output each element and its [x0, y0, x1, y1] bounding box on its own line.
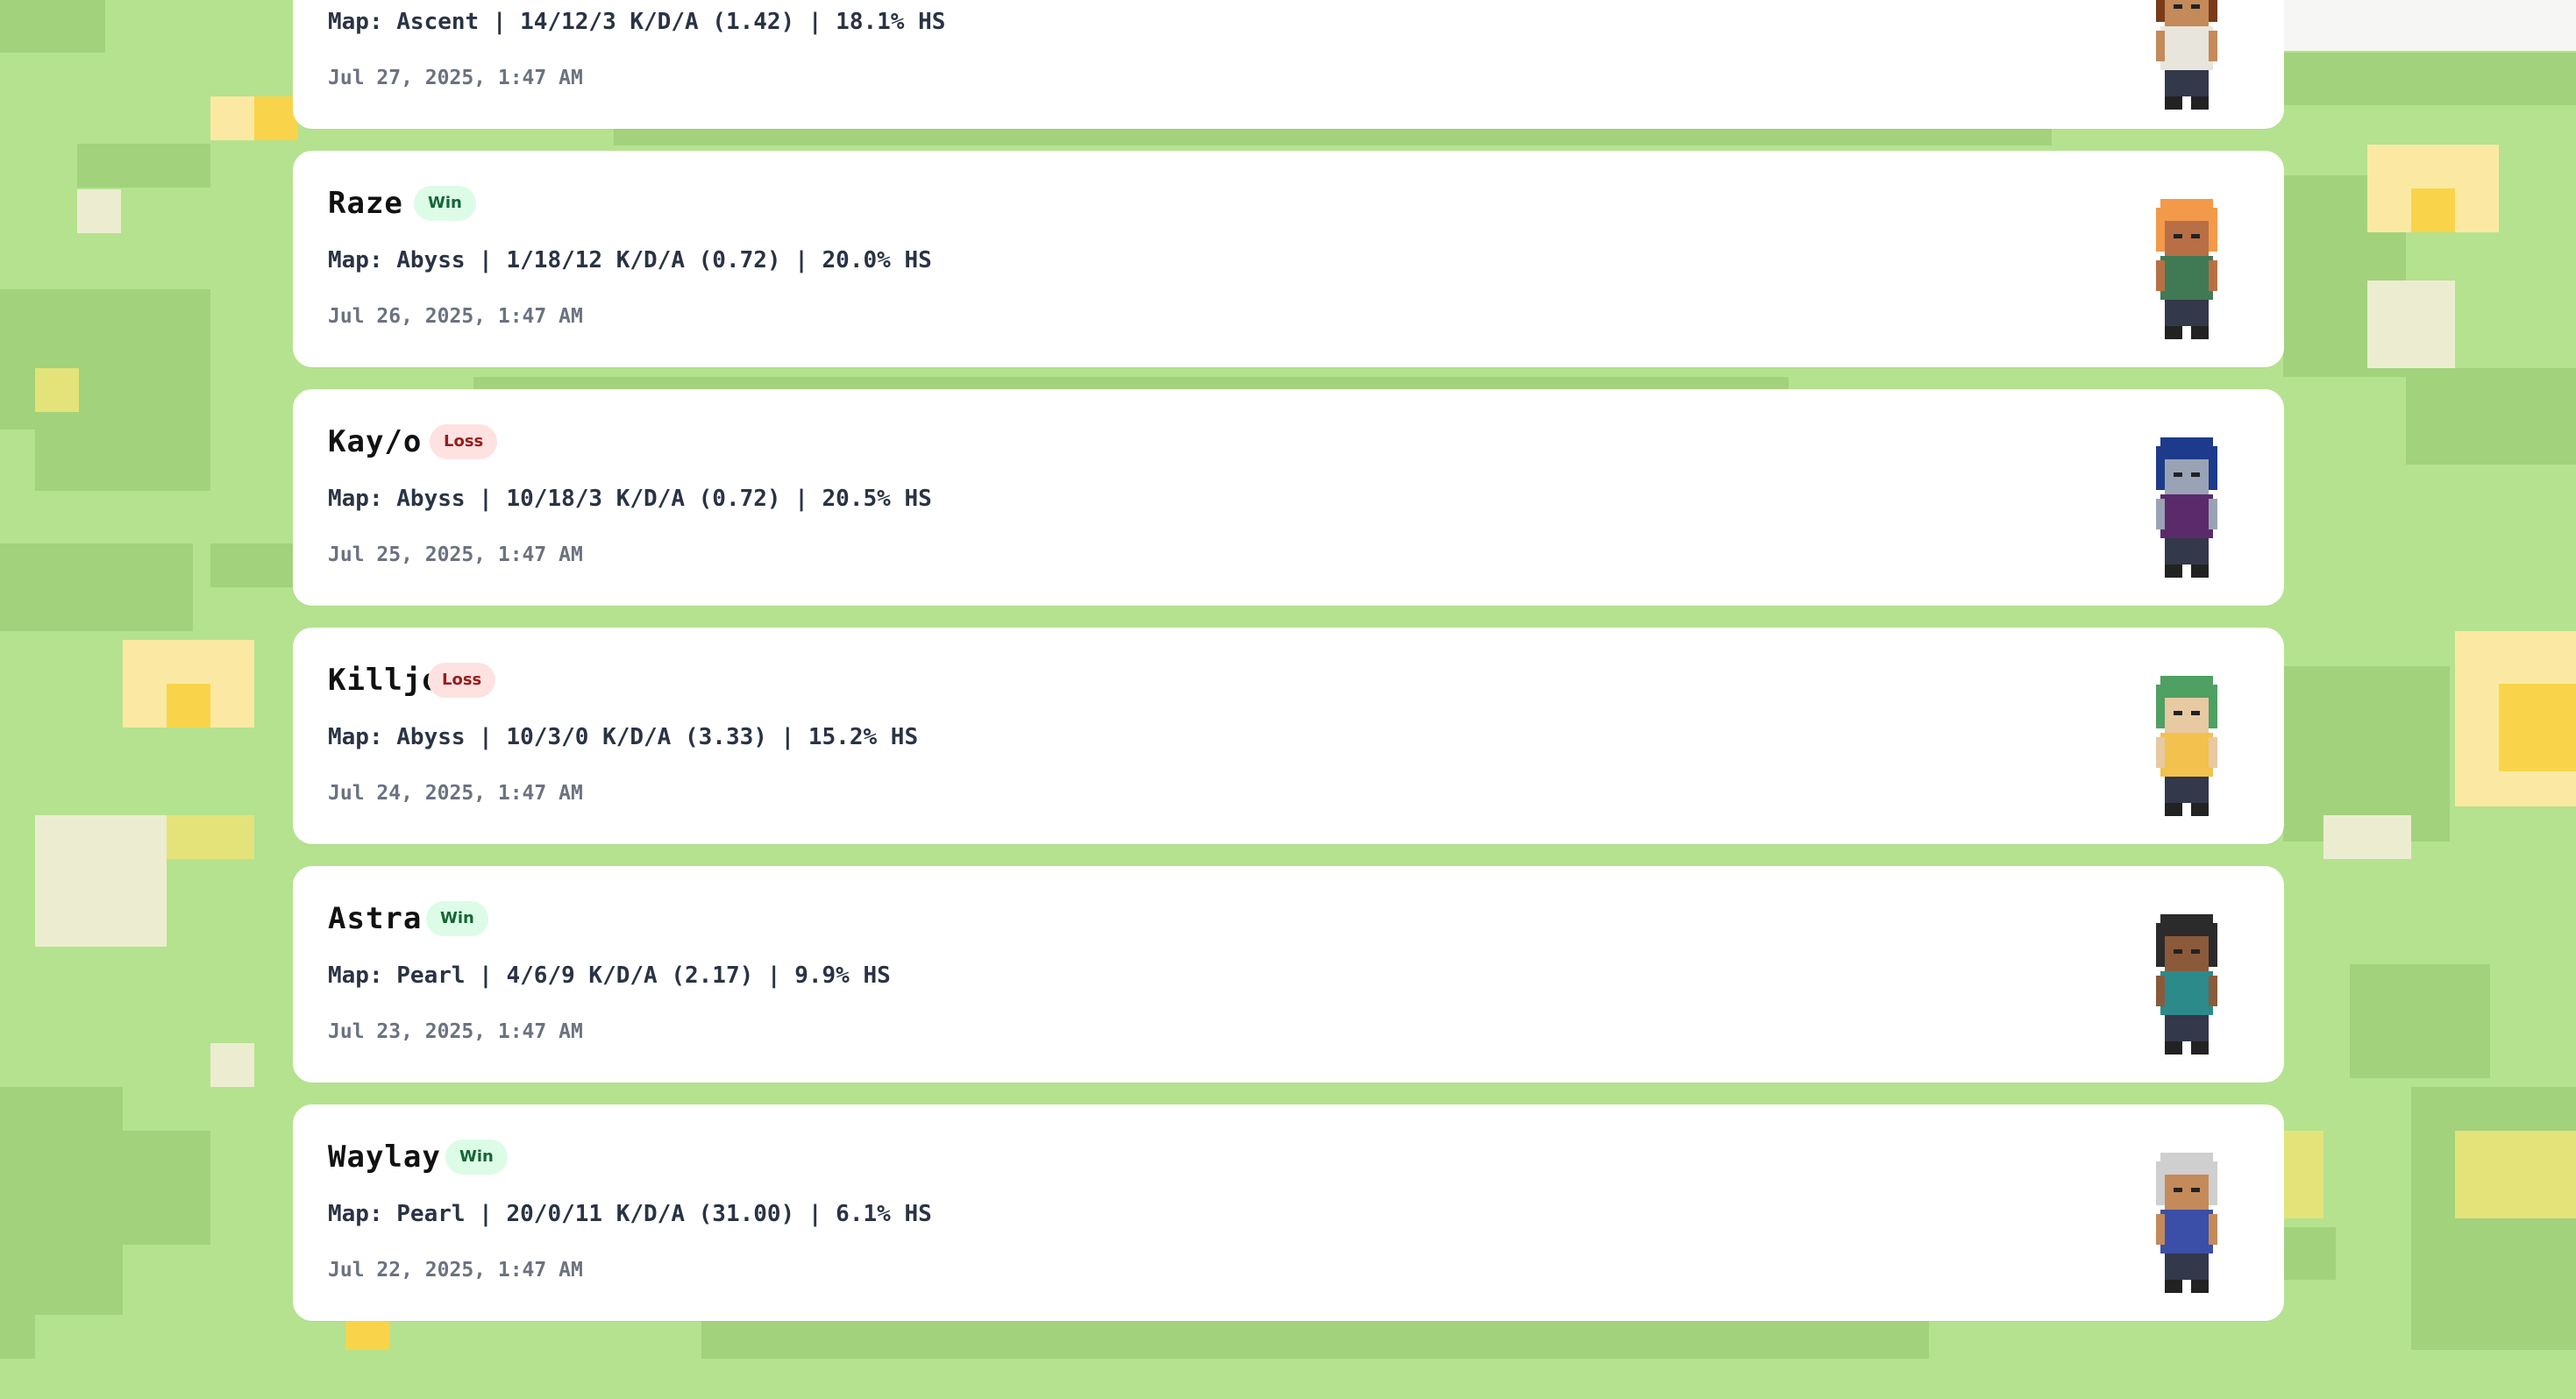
agent-avatar [2134, 195, 2239, 344]
match-date: Jul 26, 2025, 1:47 AM [328, 305, 583, 328]
agent-name: Waylay [328, 1140, 441, 1175]
match-date: Jul 27, 2025, 1:47 AM [328, 67, 583, 89]
match-card[interactable]: Waylay Win Map: Pearl | 20/0/11 K/D/A (3… [293, 1104, 2284, 1321]
agent-avatar [2134, 910, 2239, 1059]
result-badge: Win [426, 901, 488, 936]
match-card[interactable]: Astra Win Map: Pearl | 4/6/9 K/D/A (2.17… [293, 866, 2284, 1083]
agent-avatar [2134, 0, 2239, 114]
match-card[interactable]: Kay/o Loss Map: Abyss | 10/18/3 K/D/A (0… [293, 389, 2284, 606]
agent-avatar [2134, 1148, 2239, 1297]
result-badge: Win [445, 1140, 508, 1175]
result-badge: Loss [428, 663, 496, 698]
match-date: Jul 23, 2025, 1:47 AM [328, 1020, 583, 1043]
agent-avatar [2134, 433, 2239, 582]
match-date: Jul 22, 2025, 1:47 AM [328, 1259, 583, 1282]
match-stats: Map: Pearl | 20/0/11 K/D/A (31.00) | 6.1… [328, 1201, 932, 1227]
match-card[interactable]: Map: Ascent | 14/12/3 K/D/A (1.42) | 18.… [293, 0, 2284, 129]
result-badge: Win [414, 186, 476, 221]
match-stats: Map: Abyss | 10/3/0 K/D/A (3.33) | 15.2%… [328, 724, 919, 750]
match-date: Jul 24, 2025, 1:47 AM [328, 782, 583, 805]
match-stats: Map: Abyss | 10/18/3 K/D/A (0.72) | 20.5… [328, 486, 932, 512]
agent-name: Astra [328, 901, 423, 936]
match-stats: Map: Pearl | 4/6/9 K/D/A (2.17) | 9.9% H… [328, 962, 891, 989]
match-stats: Map: Abyss | 1/18/12 K/D/A (0.72) | 20.0… [328, 247, 932, 273]
agent-name: Raze [328, 186, 403, 221]
result-badge: Loss [430, 424, 498, 459]
match-stats: Map: Ascent | 14/12/3 K/D/A (1.42) | 18.… [328, 9, 946, 35]
match-card[interactable]: Raze Win Map: Abyss | 1/18/12 K/D/A (0.7… [293, 151, 2284, 367]
match-card[interactable]: Killjoy Loss Map: Abyss | 10/3/0 K/D/A (… [293, 628, 2284, 844]
match-date: Jul 25, 2025, 1:47 AM [328, 543, 583, 566]
agent-name: Kay/o [328, 424, 423, 459]
agent-avatar [2134, 671, 2239, 820]
